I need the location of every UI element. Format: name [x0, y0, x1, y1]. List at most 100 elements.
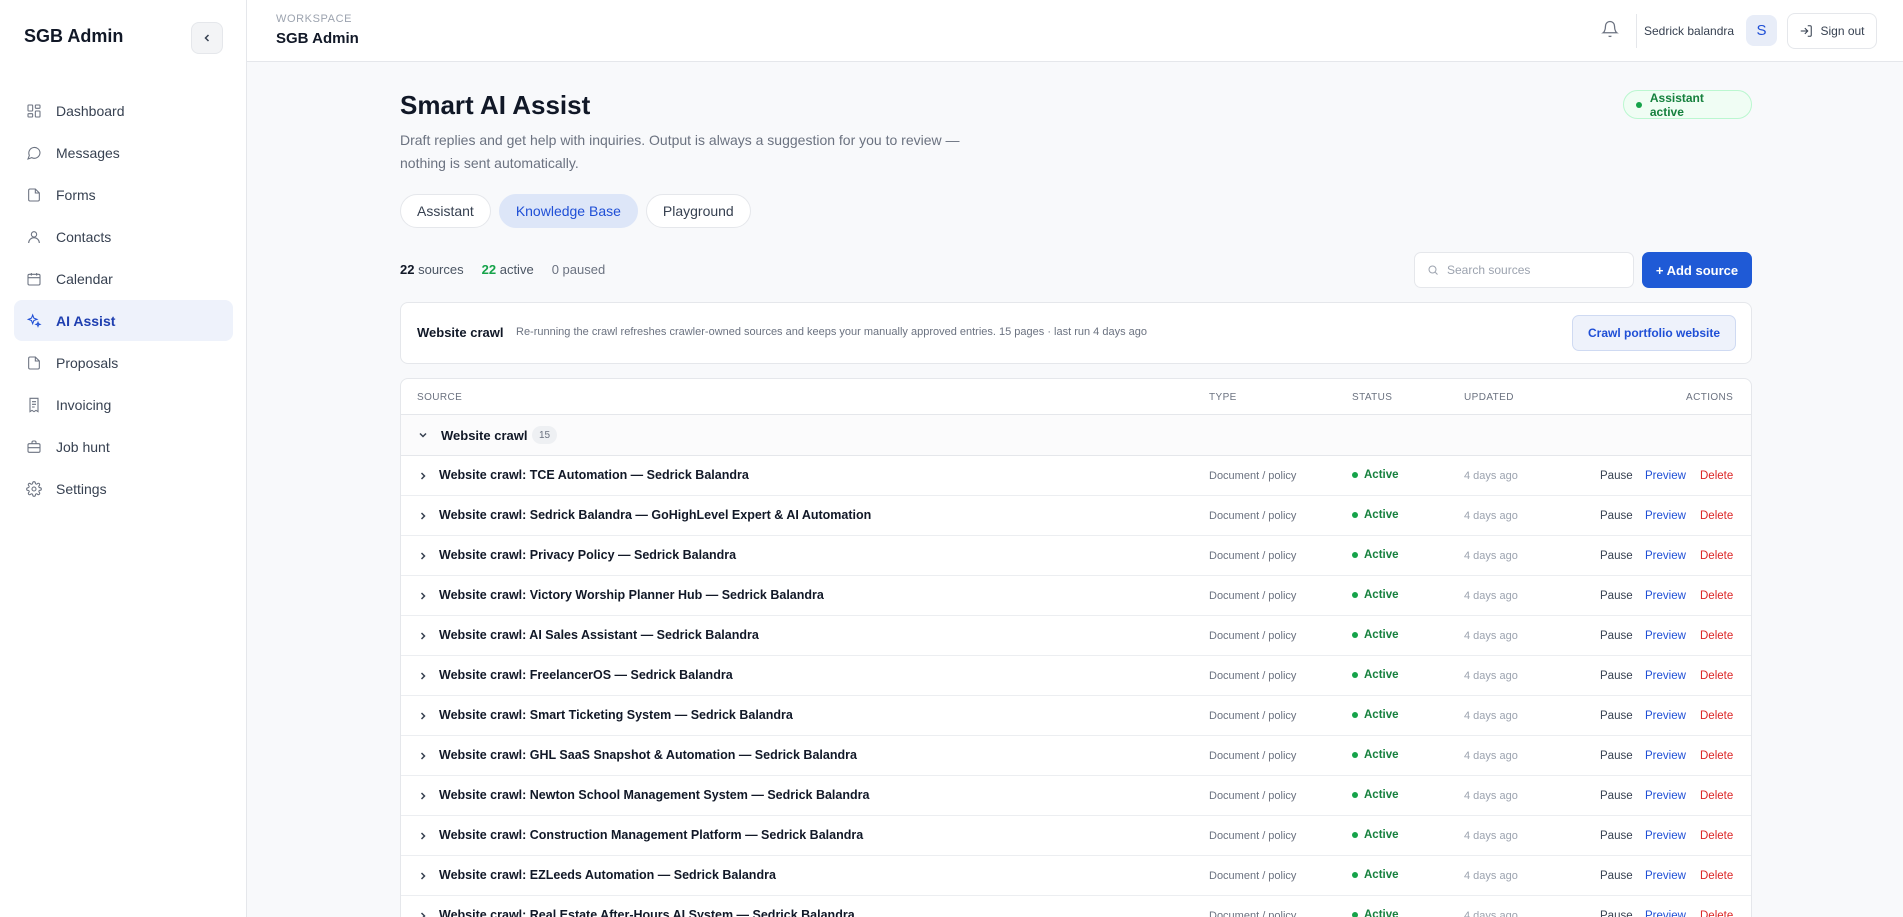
sidebar-item-settings[interactable]: Settings	[14, 468, 233, 509]
sign-out-icon	[1801, 25, 1813, 37]
search-icon	[1428, 265, 1438, 275]
pause-button[interactable]: Pause	[1600, 870, 1633, 882]
delete-button[interactable]: Delete	[1700, 910, 1733, 917]
sidebar-item-dashboard[interactable]: Dashboard	[14, 90, 233, 131]
preview-button[interactable]: Preview	[1645, 830, 1686, 842]
delete-button[interactable]: Delete	[1700, 750, 1733, 762]
source-name: Website crawl: GHL SaaS Snapshot & Autom…	[439, 748, 857, 762]
user-name: Sedrick balandra	[1644, 24, 1735, 38]
delete-button[interactable]: Delete	[1700, 510, 1733, 522]
preview-button[interactable]: Preview	[1645, 670, 1686, 682]
group-row[interactable]: Website crawl 15	[401, 415, 1751, 456]
delete-button[interactable]: Delete	[1700, 550, 1733, 562]
table-row: Website crawl: Newton School Management …	[401, 776, 1751, 816]
column-header-updated: UPDATED	[1464, 392, 1514, 403]
chevron-right-icon[interactable]	[417, 590, 429, 602]
source-type: Document / policy	[1209, 830, 1297, 842]
table-row: Website crawl: Victory Worship Planner H…	[401, 576, 1751, 616]
pause-button[interactable]: Pause	[1600, 710, 1633, 722]
preview-button[interactable]: Preview	[1645, 550, 1686, 562]
preview-button[interactable]: Preview	[1645, 910, 1686, 917]
chevron-right-icon[interactable]	[417, 790, 429, 802]
status-dot-icon	[1352, 872, 1358, 878]
updated-time: 4 days ago	[1464, 790, 1518, 802]
sidebar-item-label: Messages	[56, 144, 120, 161]
pause-button[interactable]: Pause	[1600, 470, 1633, 482]
status-dot-icon	[1352, 912, 1358, 917]
page-description: Draft replies and get help with inquirie…	[400, 132, 960, 171]
chevron-right-icon[interactable]	[417, 910, 429, 917]
crawl-description: Re-running the crawl refreshes crawler-o…	[516, 326, 1148, 338]
search-input[interactable]	[1447, 263, 1627, 277]
delete-button[interactable]: Delete	[1700, 630, 1733, 642]
sidebar-item-proposals[interactable]: Proposals	[14, 342, 233, 383]
pause-button[interactable]: Pause	[1600, 670, 1633, 682]
chevron-right-icon[interactable]	[417, 870, 429, 882]
delete-button[interactable]: Delete	[1700, 790, 1733, 802]
sidebar-item-invoicing[interactable]: Invoicing	[14, 384, 233, 425]
add-source-button[interactable]: + Add source	[1642, 252, 1752, 288]
tab-assistant[interactable]: Assistant	[400, 194, 491, 228]
chevron-right-icon[interactable]	[417, 830, 429, 842]
delete-button[interactable]: Delete	[1700, 590, 1733, 602]
delete-button[interactable]: Delete	[1700, 470, 1733, 482]
pause-button[interactable]: Pause	[1600, 790, 1633, 802]
preview-button[interactable]: Preview	[1645, 630, 1686, 642]
pause-button[interactable]: Pause	[1600, 590, 1633, 602]
pause-button[interactable]: Pause	[1600, 630, 1633, 642]
pause-button[interactable]: Pause	[1600, 830, 1633, 842]
pause-button[interactable]: Pause	[1600, 510, 1633, 522]
delete-button[interactable]: Delete	[1700, 830, 1733, 842]
sidebar-item-messages[interactable]: Messages	[14, 132, 233, 173]
sidebar-item-label: Invoicing	[56, 396, 112, 413]
page-title: Smart AI Assist	[400, 90, 591, 120]
delete-button[interactable]: Delete	[1700, 710, 1733, 722]
sign-out-label: Sign out	[1820, 24, 1865, 38]
status-dot-icon	[1352, 552, 1358, 558]
crawl-portfolio-button[interactable]: Crawl portfolio website	[1572, 315, 1736, 351]
sidebar-collapse-button[interactable]	[191, 22, 223, 54]
pause-button[interactable]: Pause	[1600, 750, 1633, 762]
chevron-right-icon[interactable]	[417, 470, 429, 482]
sidebar-item-job-hunt[interactable]: Job hunt	[14, 426, 233, 467]
sign-out-button[interactable]: Sign out	[1787, 13, 1877, 49]
table-row: Website crawl: Construction Management P…	[401, 816, 1751, 856]
group-name: Website crawl	[441, 428, 528, 443]
column-header-type: TYPE	[1209, 392, 1237, 403]
delete-button[interactable]: Delete	[1700, 670, 1733, 682]
chevron-right-icon[interactable]	[417, 630, 429, 642]
chevron-right-icon[interactable]	[417, 750, 429, 762]
brand-title: SGB Admin	[24, 26, 124, 46]
preview-button[interactable]: Preview	[1645, 590, 1686, 602]
pause-button[interactable]: Pause	[1600, 550, 1633, 562]
sidebar-item-ai-assist[interactable]: AI Assist	[14, 300, 233, 341]
delete-button[interactable]: Delete	[1700, 870, 1733, 882]
status-dot-icon	[1352, 752, 1358, 758]
tab-knowledge-base[interactable]: Knowledge Base	[498, 194, 638, 228]
chevron-right-icon[interactable]	[417, 550, 429, 562]
preview-button[interactable]: Preview	[1645, 510, 1686, 522]
status-badge: Active	[1352, 869, 1399, 881]
preview-button[interactable]: Preview	[1645, 790, 1686, 802]
status-badge: Active	[1352, 629, 1399, 641]
status-badge: Active	[1352, 469, 1399, 481]
forms-icon	[26, 187, 42, 203]
pause-button[interactable]: Pause	[1600, 910, 1633, 917]
avatar[interactable]: S	[1746, 15, 1777, 46]
sidebar-item-contacts[interactable]: Contacts	[14, 216, 233, 257]
workspace-name: SGB Admin	[276, 30, 359, 47]
chevron-right-icon[interactable]	[417, 670, 429, 682]
preview-button[interactable]: Preview	[1645, 750, 1686, 762]
sidebar-item-calendar[interactable]: Calendar	[14, 258, 233, 299]
preview-button[interactable]: Preview	[1645, 710, 1686, 722]
chevron-right-icon[interactable]	[417, 710, 429, 722]
source-type: Document / policy	[1209, 510, 1297, 522]
preview-button[interactable]: Preview	[1645, 470, 1686, 482]
notifications-button[interactable]	[1601, 20, 1619, 38]
sidebar-item-forms[interactable]: Forms	[14, 174, 233, 215]
chevron-right-icon[interactable]	[417, 510, 429, 522]
preview-button[interactable]: Preview	[1645, 870, 1686, 882]
tab-playground[interactable]: Playground	[645, 194, 751, 228]
status-badge: Active	[1352, 789, 1399, 801]
search-box[interactable]	[1414, 252, 1634, 288]
